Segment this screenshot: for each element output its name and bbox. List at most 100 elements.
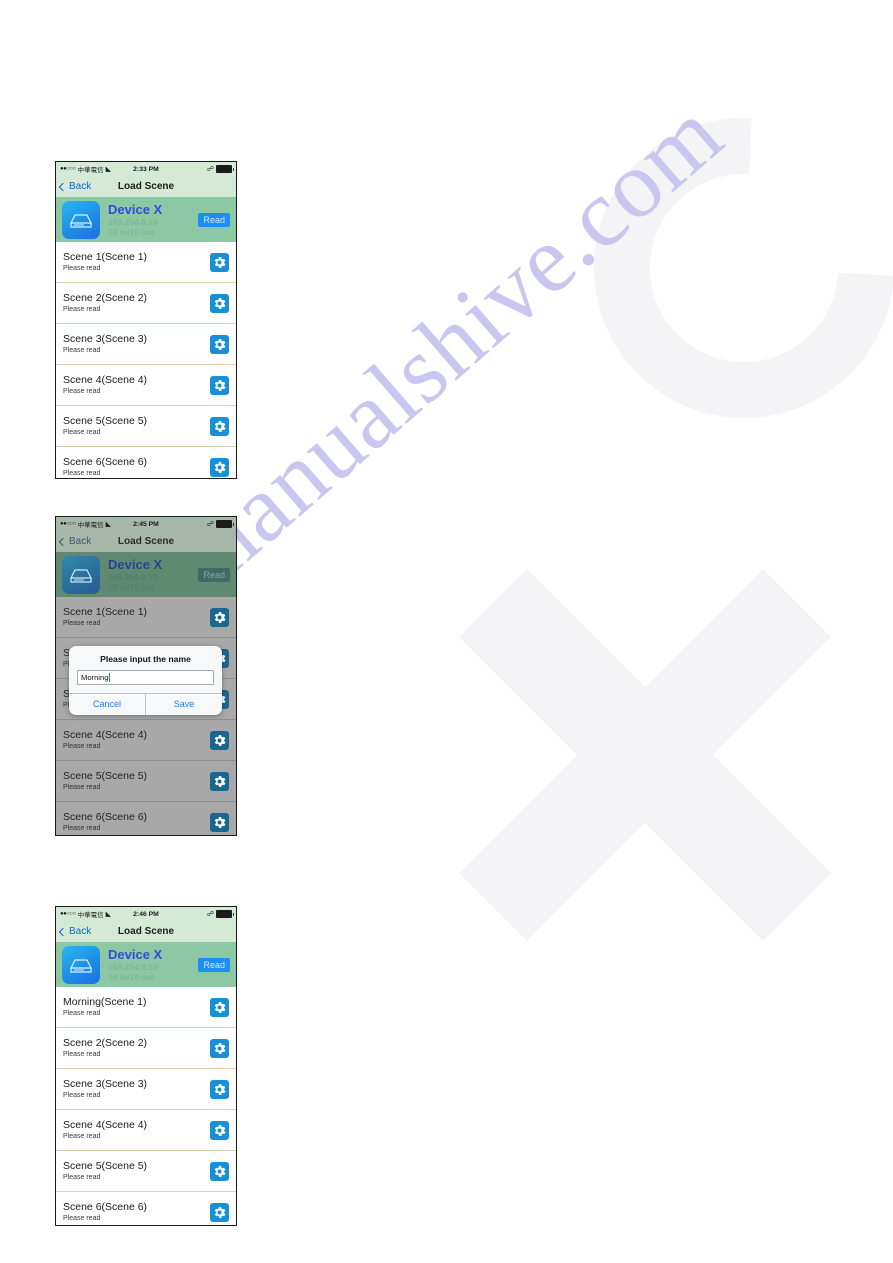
device-rack-icon (62, 200, 100, 239)
gear-icon[interactable] (210, 457, 229, 477)
gear-icon[interactable] (210, 730, 229, 750)
scene-row[interactable]: Scene 3(Scene 3) Please read (56, 1069, 236, 1110)
scene-row[interactable]: Scene 4(Scene 4) Please read (56, 1110, 236, 1151)
scene-row[interactable]: Scene 4(Scene 4) Please read (56, 720, 236, 761)
scene-row[interactable]: Scene 5(Scene 5) Please read (56, 761, 236, 802)
save-button[interactable]: Save (145, 694, 222, 715)
device-card[interactable]: Device X 169.254.0.10 10 in/10 out Read (56, 942, 236, 987)
scene-row[interactable]: Scene 5(Scene 5) Please read (56, 1151, 236, 1192)
wifi-icon: ◣ (105, 166, 112, 173)
gear-icon[interactable] (210, 997, 229, 1017)
scene-subtitle: Please read (63, 825, 101, 832)
gear-icon[interactable] (210, 252, 229, 272)
scene-subtitle: Please read (63, 388, 101, 395)
dialog-title: Please input the name (100, 654, 191, 664)
device-name: Device X (108, 201, 163, 217)
scene-title: Scene 1(Scene 1) (63, 251, 148, 263)
screenshot-renamed-state: ●●○○○ 中華電信 ◣ 2:46 PM ☍ Back Load Scene D… (55, 906, 237, 1226)
device-name: Device X (108, 946, 163, 962)
scene-list: Scene 1(Scene 1) Please read Scene 2(Sce… (56, 242, 236, 478)
scene-subtitle: Please read (63, 265, 101, 272)
scene-row[interactable]: Scene 6(Scene 6) Please read (56, 802, 236, 835)
device-card[interactable]: Device X 169.254.0.10 10 in/10 out Read (56, 552, 236, 597)
scene-row[interactable]: Scene 1(Scene 1) Please read (56, 597, 236, 638)
chevron-left-icon (58, 927, 68, 936)
read-button[interactable]: Read (198, 212, 230, 227)
scene-title: Scene 5(Scene 5) (63, 1160, 148, 1172)
scene-subtitle: Please read (63, 784, 101, 791)
battery-full-icon (216, 910, 234, 918)
read-button[interactable]: Read (198, 567, 230, 582)
gear-icon[interactable] (210, 1079, 229, 1099)
carrier-label: 中華電信 (77, 167, 104, 174)
device-card[interactable]: Device X 169.254.0.10 10 in/10 out Read (56, 197, 236, 242)
scene-title: Scene 6(Scene 6) (63, 1201, 148, 1213)
gear-icon[interactable] (210, 1120, 229, 1140)
back-button[interactable]: Back (56, 926, 91, 937)
scene-title: Scene 6(Scene 6) (63, 456, 148, 468)
scene-subtitle: Please read (63, 620, 101, 627)
scene-title: Scene 6(Scene 6) (63, 811, 148, 823)
scene-row[interactable]: Scene 1(Scene 1) Please read (56, 242, 236, 283)
scene-name-input-value: Morning (81, 673, 109, 682)
screenshot-initial-state: ●●○○○ 中華電信 ◣ 2:33 PM ☍ Back Load Scene D… (55, 161, 237, 479)
device-name: Device X (108, 556, 163, 572)
scene-row[interactable]: Scene 5(Scene 5) Please read (56, 406, 236, 447)
scene-subtitle: Please read (63, 347, 101, 354)
gear-icon[interactable] (210, 1202, 229, 1222)
scene-title: Scene 3(Scene 3) (63, 333, 148, 345)
scene-row[interactable]: Scene 3(Scene 3) Please read (56, 324, 236, 365)
watermark-x-shape (430, 540, 860, 970)
gear-icon[interactable] (210, 812, 229, 832)
back-button[interactable]: Back (56, 536, 91, 547)
device-ip-address: 169.254.0.10 (108, 216, 158, 227)
scene-title: Scene 3(Scene 3) (63, 1078, 148, 1090)
gear-icon[interactable] (210, 771, 229, 791)
cancel-button[interactable]: Cancel (69, 694, 145, 715)
scene-subtitle: Please read (63, 470, 101, 477)
scene-title: Scene 2(Scene 2) (63, 292, 148, 304)
scene-list: Scene 1(Scene 1) Please read Scene 2(Sce… (56, 597, 236, 835)
device-io-count: 10 in/10 out (108, 971, 155, 982)
gear-icon[interactable] (210, 416, 229, 436)
read-button[interactable]: Read (198, 957, 230, 972)
gear-icon[interactable] (210, 1038, 229, 1058)
scene-row[interactable]: Scene 2(Scene 2) Please read (56, 283, 236, 324)
scene-row[interactable]: Scene 6(Scene 6) Please read (56, 1192, 236, 1225)
device-ip-address: 169.254.0.10 (108, 571, 158, 582)
gear-icon[interactable] (210, 607, 229, 627)
device-rack-icon (62, 945, 100, 984)
scene-subtitle: Please read (63, 1174, 101, 1181)
battery-full-icon (216, 520, 234, 528)
signal-strength-dots: ●●○○○ (60, 911, 76, 917)
scene-title: Scene 2(Scene 2) (63, 1037, 148, 1049)
status-bar: ●●○○○ 中華電信 ◣ 2:33 PM ☍ (56, 162, 236, 176)
wifi-icon: ◣ (105, 911, 112, 918)
scene-subtitle: Please read (63, 1133, 101, 1140)
status-bar: ●●○○○ 中華電信 ◣ 2:45 PM ☍ (56, 517, 236, 531)
back-button-label: Back (69, 926, 92, 937)
text-caret (109, 673, 111, 682)
wifi-icon: ◣ (105, 521, 112, 528)
scene-list: Morning(Scene 1) Please read Scene 2(Sce… (56, 987, 236, 1225)
scene-row[interactable]: Scene 4(Scene 4) Please read (56, 365, 236, 406)
scene-title: Scene 1(Scene 1) (63, 606, 148, 618)
gear-icon[interactable] (210, 293, 229, 313)
scene-row[interactable]: Scene 6(Scene 6) Please read (56, 447, 236, 478)
back-button-label: Back (69, 536, 92, 547)
scene-name-input[interactable]: Morning (77, 670, 214, 685)
scene-row[interactable]: Scene 2(Scene 2) Please read (56, 1028, 236, 1069)
scene-row[interactable]: Morning(Scene 1) Please read (56, 987, 236, 1028)
back-button[interactable]: Back (56, 181, 91, 192)
device-ip-address: 169.254.0.10 (108, 961, 158, 972)
scene-subtitle: Please read (63, 1010, 101, 1017)
dialog-actions: Cancel Save (69, 693, 222, 715)
battery-full-icon (216, 165, 234, 173)
bluetooth-icon: ☍ (206, 521, 214, 528)
nav-bar: Back Load Scene (56, 176, 236, 197)
gear-icon[interactable] (210, 334, 229, 354)
gear-icon[interactable] (210, 1161, 229, 1181)
scene-title: Scene 4(Scene 4) (63, 374, 148, 386)
phone-screen: ●●○○○ 中華電信 ◣ 2:33 PM ☍ Back Load Scene D… (56, 162, 236, 478)
gear-icon[interactable] (210, 375, 229, 395)
